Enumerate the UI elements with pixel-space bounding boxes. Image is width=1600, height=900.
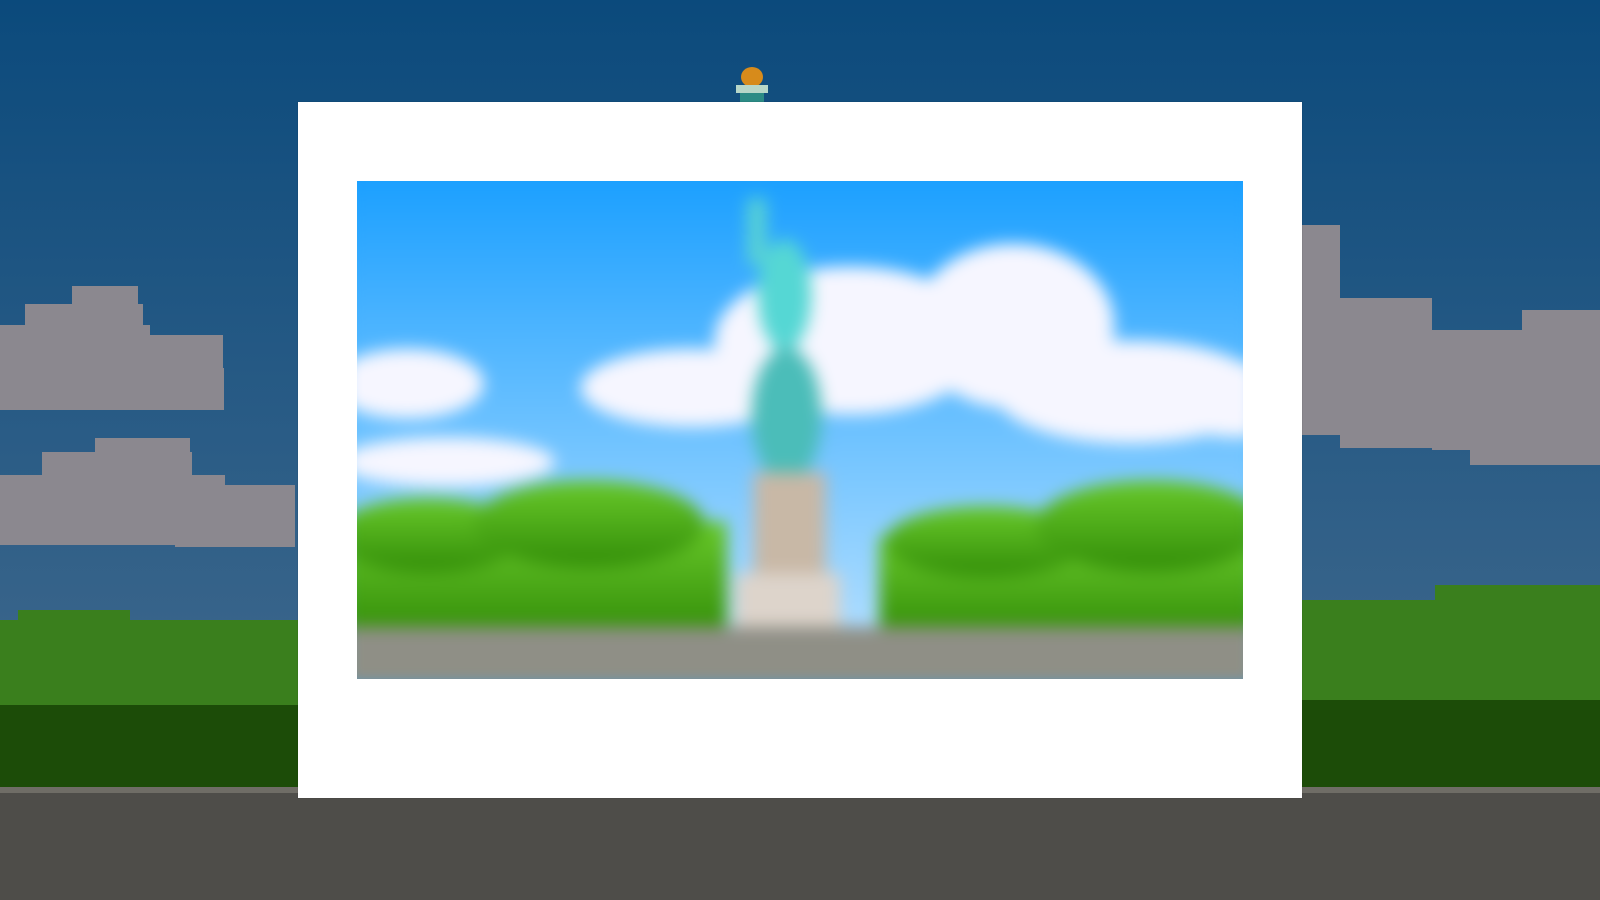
photo-image <box>357 181 1243 679</box>
game-scene: statue-viewer <box>0 0 1600 900</box>
photo-card <box>298 102 1302 798</box>
statue-photo <box>357 181 1243 679</box>
road <box>0 788 1600 900</box>
photo-ground <box>357 626 1243 679</box>
